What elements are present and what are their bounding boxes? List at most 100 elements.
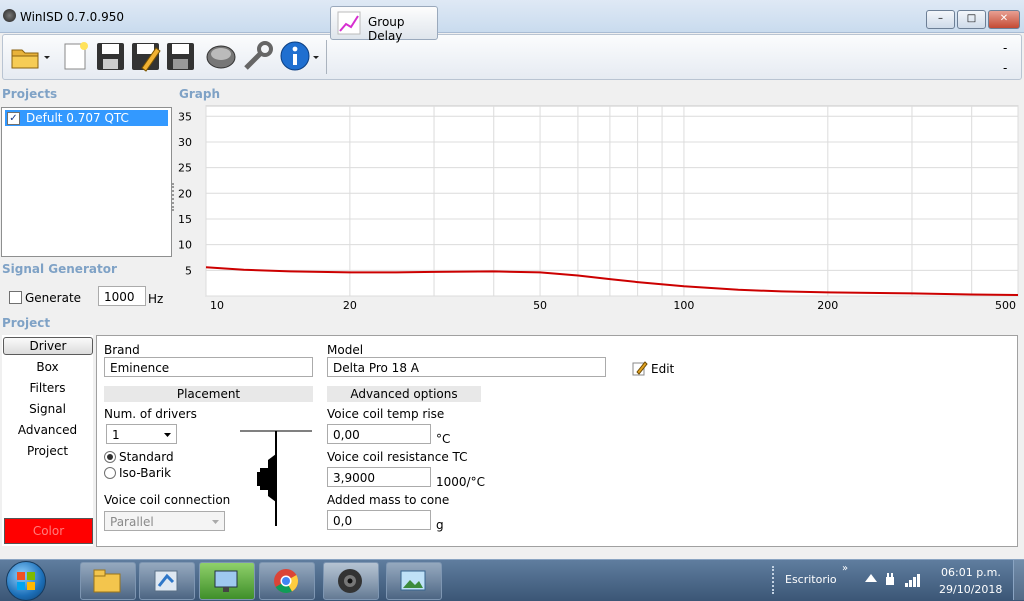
- edit-icon[interactable]: [632, 360, 648, 376]
- x-tick-label: 10: [210, 299, 224, 312]
- clock-date[interactable]: 29/10/2018: [939, 583, 1002, 596]
- y-tick-label: 20: [178, 187, 192, 200]
- open-folder-icon[interactable]: [10, 40, 42, 72]
- nav-filters[interactable]: Filters: [2, 381, 93, 395]
- standard-label: Standard: [119, 450, 174, 464]
- speaker-icon: [338, 569, 362, 593]
- driver-placement-diagram: [240, 430, 312, 526]
- generate-checkbox[interactable]: [9, 291, 22, 304]
- window-title: WinISD 0.7.0.950: [20, 10, 125, 24]
- taskbar-chrome-button[interactable]: [259, 562, 315, 600]
- added-mass-input[interactable]: 0,0: [327, 510, 431, 530]
- graph-label: Graph: [179, 87, 220, 101]
- num-drivers-select[interactable]: 1: [106, 424, 177, 444]
- placement-header: Placement: [104, 386, 313, 402]
- start-button[interactable]: [6, 561, 46, 601]
- chrome-icon: [274, 569, 299, 594]
- isobarik-label: Iso-Barik: [119, 466, 172, 480]
- y-tick-label: 10: [178, 239, 192, 252]
- x-tick-label: 100: [673, 299, 694, 312]
- windows-logo-icon: [17, 572, 35, 590]
- temp-rise-label: Voice coil temp rise: [327, 407, 445, 421]
- voice-coil-connection-select[interactable]: Parallel: [104, 511, 225, 531]
- photo-icon: [400, 570, 426, 591]
- added-mass-unit: g: [436, 518, 444, 532]
- taskbar-explorer-button[interactable]: [80, 562, 136, 600]
- save-icon[interactable]: [95, 40, 127, 72]
- show-hidden-icons-icon[interactable]: [865, 574, 877, 582]
- group-delay-label: Group Delay: [368, 15, 405, 43]
- save-as-icon[interactable]: [130, 40, 162, 72]
- maximize-button[interactable]: □: [957, 10, 986, 29]
- save-all-icon[interactable]: [165, 40, 197, 72]
- taskbar-control-panel-button[interactable]: [139, 562, 195, 600]
- resistance-tc-input[interactable]: 3,9000: [327, 467, 431, 487]
- nav-signal[interactable]: Signal: [2, 402, 93, 416]
- group-delay-button[interactable]: Group Delay: [330, 6, 438, 43]
- show-desktop-button[interactable]: [1013, 560, 1024, 600]
- voice-coil-connection-value: Parallel: [110, 515, 154, 529]
- num-drivers-label: Num. of drivers: [104, 407, 197, 421]
- signal-strength-icon[interactable]: [904, 572, 922, 588]
- taskbar-grip[interactable]: [772, 566, 778, 594]
- model-field[interactable]: Delta Pro 18 A: [327, 357, 606, 377]
- advanced-options-header: Advanced options: [327, 386, 481, 402]
- voice-coil-connection-label: Voice coil connection: [104, 493, 231, 507]
- frequency-unit: Hz: [148, 292, 164, 306]
- new-file-icon[interactable]: [60, 40, 92, 72]
- monitor-icon: [214, 570, 238, 592]
- nav-driver[interactable]: Driver: [3, 337, 93, 355]
- project-item-checkbox[interactable]: ✓: [7, 112, 20, 125]
- chart-icon: [337, 11, 361, 35]
- nav-advanced[interactable]: Advanced: [2, 423, 93, 437]
- project-item[interactable]: ✓ Defult 0.707 QTC: [5, 110, 168, 126]
- x-tick-label: 500: [995, 299, 1016, 312]
- y-tick-label: 5: [185, 264, 192, 277]
- driver-editor-icon[interactable]: [205, 40, 237, 72]
- brand-field[interactable]: Eminence: [104, 357, 313, 377]
- tray-expand-icon[interactable]: »: [842, 563, 848, 574]
- resistance-tc-unit: 1000/°C: [436, 475, 485, 489]
- x-tick-label: 200: [817, 299, 838, 312]
- added-mass-label: Added mass to cone: [327, 493, 450, 507]
- taskbar-photos-button[interactable]: [386, 562, 442, 600]
- open-dropdown-icon[interactable]: [43, 54, 53, 62]
- model-label: Model: [327, 343, 364, 357]
- isobarik-radio[interactable]: [104, 467, 116, 479]
- color-button[interactable]: Color: [4, 518, 93, 544]
- brand-label: Brand: [104, 343, 140, 357]
- y-tick-label: 15: [178, 213, 192, 226]
- close-button[interactable]: ✕: [988, 10, 1020, 29]
- generate-label: Generate: [25, 291, 82, 305]
- y-tick-label: 25: [178, 162, 192, 175]
- nav-box[interactable]: Box: [2, 360, 93, 374]
- frequency-input[interactable]: 1000: [98, 286, 146, 306]
- taskbar-remote-button[interactable]: [199, 562, 255, 600]
- clock-time[interactable]: 06:01 p.m.: [941, 566, 1001, 579]
- project-label: Project: [2, 316, 51, 330]
- nav-project[interactable]: Project: [2, 444, 93, 458]
- folder-icon: [93, 569, 121, 593]
- minimize-button[interactable]: –: [926, 10, 955, 29]
- chevron-down-icon: [212, 520, 219, 524]
- taskbar-winisd-button[interactable]: [323, 562, 379, 600]
- edit-button[interactable]: Edit: [651, 362, 674, 376]
- wrench-icon[interactable]: [242, 40, 274, 72]
- tray-desktop-label[interactable]: Escritorio: [785, 573, 837, 586]
- info-icon[interactable]: [279, 40, 311, 72]
- power-plug-icon[interactable]: [883, 572, 897, 588]
- temp-rise-unit: °C: [436, 432, 451, 446]
- y-tick-label: 35: [178, 110, 192, 123]
- toolbar-mark-bottom: -: [1003, 61, 1008, 75]
- project-list[interactable]: ✓ Defult 0.707 QTC: [1, 107, 172, 257]
- title-bar: [0, 0, 1024, 33]
- graph-area[interactable]: 5 10 15 20 25 30 35 10 20 50 100 200 500: [175, 100, 1020, 315]
- info-dropdown-icon[interactable]: [312, 54, 322, 62]
- temp-rise-input[interactable]: 0,00: [327, 424, 431, 444]
- toolbar-mark-top: -: [1003, 41, 1008, 55]
- toolbar-separator: [326, 40, 327, 74]
- control-panel-icon: [154, 570, 178, 592]
- num-drivers-value: 1: [112, 428, 120, 442]
- x-tick-label: 50: [533, 299, 547, 312]
- standard-radio[interactable]: [104, 451, 116, 463]
